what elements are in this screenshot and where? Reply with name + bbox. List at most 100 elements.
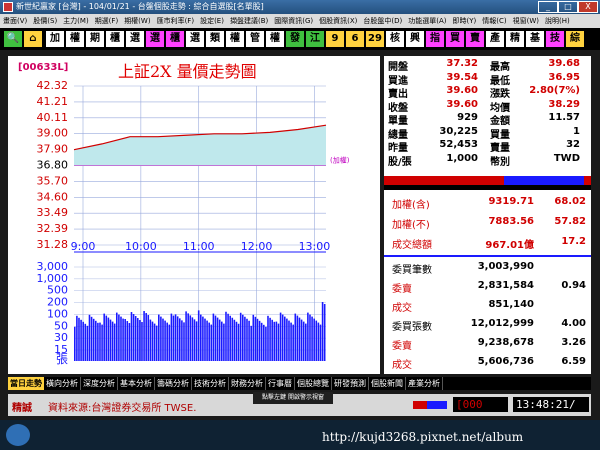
volume-bar [103,313,105,361]
toolbar-button[interactable]: 管 [246,31,264,47]
menu-item[interactable]: 畫面(V) [0,17,30,25]
toolbar-button[interactable]: 買 [446,31,464,47]
tab-analysis[interactable]: 個股總覽 [295,377,332,390]
tab-analysis[interactable]: 行事曆 [266,377,295,390]
volume-bar [111,321,114,361]
window-titlebar: 新世紀贏家 [台灣] - 104/01/21 - 台盤個股走勢 : 綜合自選股[… [0,0,600,14]
index-change: 17.2 [561,236,586,247]
menu-item[interactable]: 期權(W) [121,17,153,25]
volume-bar [244,316,246,361]
menu-item[interactable]: 視窗(W) [510,17,542,25]
toolbar-button[interactable]: 櫃 [166,31,184,47]
volume-bar [221,321,223,361]
volume-bar [139,320,141,361]
volume-bar [78,317,80,361]
toolbar-button[interactable]: 權 [66,31,84,47]
toolbar-button[interactable]: 指 [426,31,444,47]
toolbar-button[interactable]: 核 [386,31,404,47]
volume-bar [317,322,320,361]
volume-bar [305,323,307,361]
volume-bar [214,315,217,361]
tab-analysis[interactable]: 財務分析 [229,377,266,390]
volume-bar [155,325,158,361]
close-button[interactable]: X [578,1,598,13]
menu-item[interactable]: 台股盤中(D) [360,17,405,25]
menu-item[interactable]: 股價(S) [30,17,60,25]
volume-bar [145,313,147,361]
tab-analysis[interactable]: 橫向分析 [44,377,81,390]
menu-item[interactable]: 即時(Y) [450,17,480,25]
maximize-button[interactable]: □ [558,1,578,13]
menu-bar: 畫面(V) 股價(S) 主力(M) 期選(F) 期權(W) 匯市利率(F) 設定(E) 擷盤建… [0,14,600,28]
toolbar-button[interactable]: 6 [346,31,364,47]
menu-item[interactable]: 國際資訊(G) [271,17,316,25]
toolbar-button[interactable]: 江 [306,31,324,47]
volume-bar [206,320,208,361]
toolbar-button[interactable]: 權 [266,31,284,47]
menu-item[interactable]: 說明(H) [542,17,573,25]
volume-bar [246,318,248,361]
price-tick: 37.90 [37,143,69,156]
menu-item[interactable]: 個股資訊(X) [316,17,360,25]
menu-item[interactable]: 匯市利率(F) [154,17,198,25]
menu-item[interactable]: 主力(M) [60,17,92,25]
toolbar-button[interactable]: 權 [226,31,244,47]
menu-item[interactable]: 期選(F) [92,17,122,25]
menu-item[interactable]: 情報(C) [479,17,509,25]
quote-value: 52,453 [439,139,478,150]
menu-item[interactable]: 功能選單(A) [405,17,449,25]
toolbar-button[interactable]: 類 [206,31,224,47]
tab-analysis[interactable]: 籌碼分析 [155,377,192,390]
volume-bar [296,315,299,361]
home-icon[interactable]: ⌂ [24,31,42,47]
toolbar-button[interactable]: 精 [506,31,524,47]
tab-analysis[interactable]: 個股新聞 [369,377,406,390]
toolbar-button[interactable]: 加 [46,31,64,47]
volume-bar [307,312,309,361]
toolbar-button[interactable]: 基 [526,31,544,47]
toolbar-button[interactable]: 發 [286,31,304,47]
tab-analysis[interactable]: 深度分析 [81,377,118,390]
toolbar-button[interactable]: 9 [326,31,344,47]
tab-analysis[interactable]: 基本分析 [118,377,155,390]
volume-bar [172,315,175,361]
menu-item[interactable]: 擷盤建議(B) [227,17,271,25]
tab-analysis[interactable]: 技術分析 [192,377,229,390]
start-button[interactable] [6,424,30,446]
toolbar-button[interactable]: 選 [126,31,144,47]
toolbar-button[interactable]: 選 [186,31,204,47]
volume-bar [281,314,284,361]
tab-analysis[interactable]: 當日走勢 [8,377,44,390]
toolbar-button[interactable]: 綜 [566,31,584,47]
market-label: 委賣 [392,341,412,352]
volume-bar [189,315,192,361]
market-ratio: 0.94 [561,280,586,291]
quote-value: 36.95 [548,71,580,83]
tab-analysis[interactable]: 產業分析 [406,377,443,390]
toolbar-button[interactable]: 產 [486,31,504,47]
volume-bar [216,317,219,361]
tab-analysis[interactable]: 研發預測 [332,377,369,390]
volume-bar [319,324,322,361]
status-bar: 精誠 資料來源:台灣證券交易所 TWSE. 點擊左鍵 開啟警示視窗 [000 1… [8,392,591,416]
market-value: 851,140 [488,299,534,310]
toolbar-button[interactable]: 技 [546,31,564,47]
toolbar-button[interactable]: 29 [366,31,384,47]
market-value: 9,238,678 [477,337,534,348]
bar-baseline [384,185,591,190]
toolbar-button[interactable]: 櫃 [106,31,124,47]
search-icon[interactable]: 🔍 [4,31,22,47]
toolbar-button[interactable]: 期 [86,31,104,47]
menu-item[interactable]: 設定(E) [197,17,227,25]
volume-bar [208,322,210,361]
toolbar-button[interactable]: 賣 [466,31,484,47]
code-input[interactable]: [000 [453,397,508,412]
volume-bar [116,312,118,361]
volume-bar [143,311,145,361]
volume-bar [174,314,177,361]
toolbar-button[interactable]: 選 [146,31,164,47]
status-indicator [413,401,447,409]
volume-bar [141,322,143,361]
toolbar-button[interactable]: 興 [406,31,424,47]
minimize-button[interactable]: _ [538,1,558,13]
